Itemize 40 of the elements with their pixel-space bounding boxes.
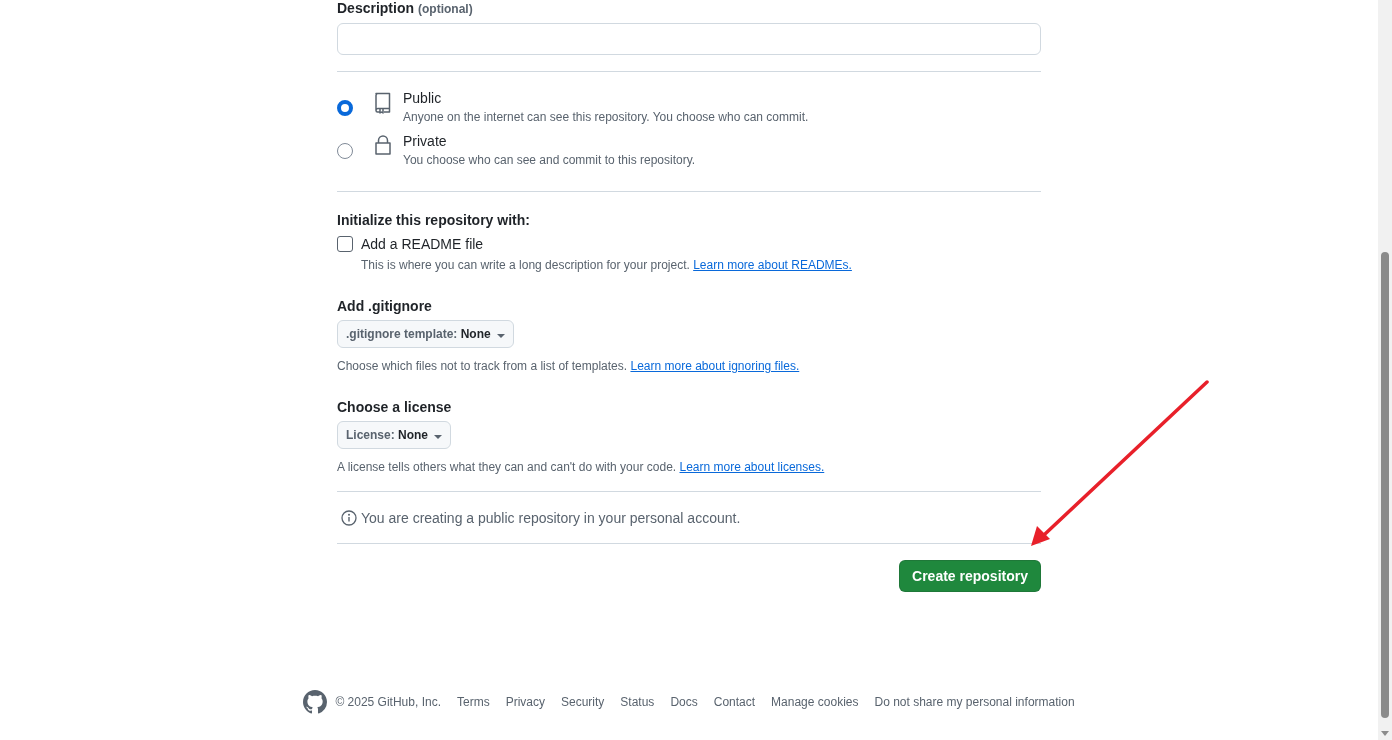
section-heading: Add .gitignore — [337, 298, 433, 314]
caret-icon — [434, 435, 443, 439]
footer-link[interactable]: Manage cookies — [771, 695, 859, 709]
section-heading: Initialize this repository with: — [337, 212, 531, 228]
notice-text: You are creating a public repository in your personal account. — [361, 510, 741, 526]
octocat-logo-icon[interactable] — [303, 690, 328, 714]
field-label: Description — [337, 0, 414, 16]
option-description: You choose who can see and commit to this repository. — [403, 153, 696, 167]
learn-more-link[interactable]: Learn more about licenses. — [679, 460, 825, 474]
optional-hint: (optional) — [418, 1, 473, 17]
footer-link[interactable]: Security — [561, 695, 605, 709]
radio-button[interactable] — [337, 143, 353, 159]
footer-link[interactable]: Do not share my personal information — [874, 695, 1075, 709]
footer-link[interactable]: Contact — [713, 695, 756, 709]
copyright-text: © 2025 GitHub, Inc. — [335, 695, 441, 709]
footer-link[interactable]: Terms — [456, 695, 490, 709]
option-description: Anyone on the internet can see this repository. You choose who can commit. — [403, 110, 809, 124]
scrollbar-thumb[interactable] — [1381, 252, 1389, 718]
learn-more-link[interactable]: Learn more about READMEs. — [693, 258, 852, 272]
footer-link[interactable]: Privacy — [505, 695, 545, 709]
help-text: This is where you can write a long description for your project. Learn more about READMEs. — [361, 258, 853, 272]
learn-more-link[interactable]: Learn more about ignoring files. — [630, 359, 800, 373]
section-heading: Choose a license — [337, 399, 453, 415]
scroll-down-icon[interactable] — [1381, 731, 1389, 736]
create-repository-button[interactable]: Create repository — [899, 560, 1041, 592]
radio-button[interactable] — [337, 100, 353, 116]
checkbox-label: Add a README file — [361, 236, 484, 252]
option-label: Public — [403, 90, 443, 106]
gitignore-dropdown[interactable]: .gitignore template: None — [337, 320, 514, 348]
footer-link[interactable]: Docs — [670, 695, 698, 709]
description-input[interactable] — [337, 23, 1041, 55]
license-dropdown[interactable]: License: None — [337, 421, 452, 449]
info-icon — [341, 510, 357, 526]
option-label: Private — [403, 133, 448, 149]
help-text: A license tells others what they can and can't do with your code. Learn more about licenses. — [337, 460, 826, 474]
help-text: Choose which files not to track from a list of templates. Learn more about ignoring files. — [337, 359, 801, 373]
caret-icon — [496, 334, 505, 338]
scrollbar[interactable] — [1378, 0, 1392, 740]
checkbox[interactable] — [337, 236, 353, 252]
footer-link[interactable]: Status — [620, 695, 655, 709]
